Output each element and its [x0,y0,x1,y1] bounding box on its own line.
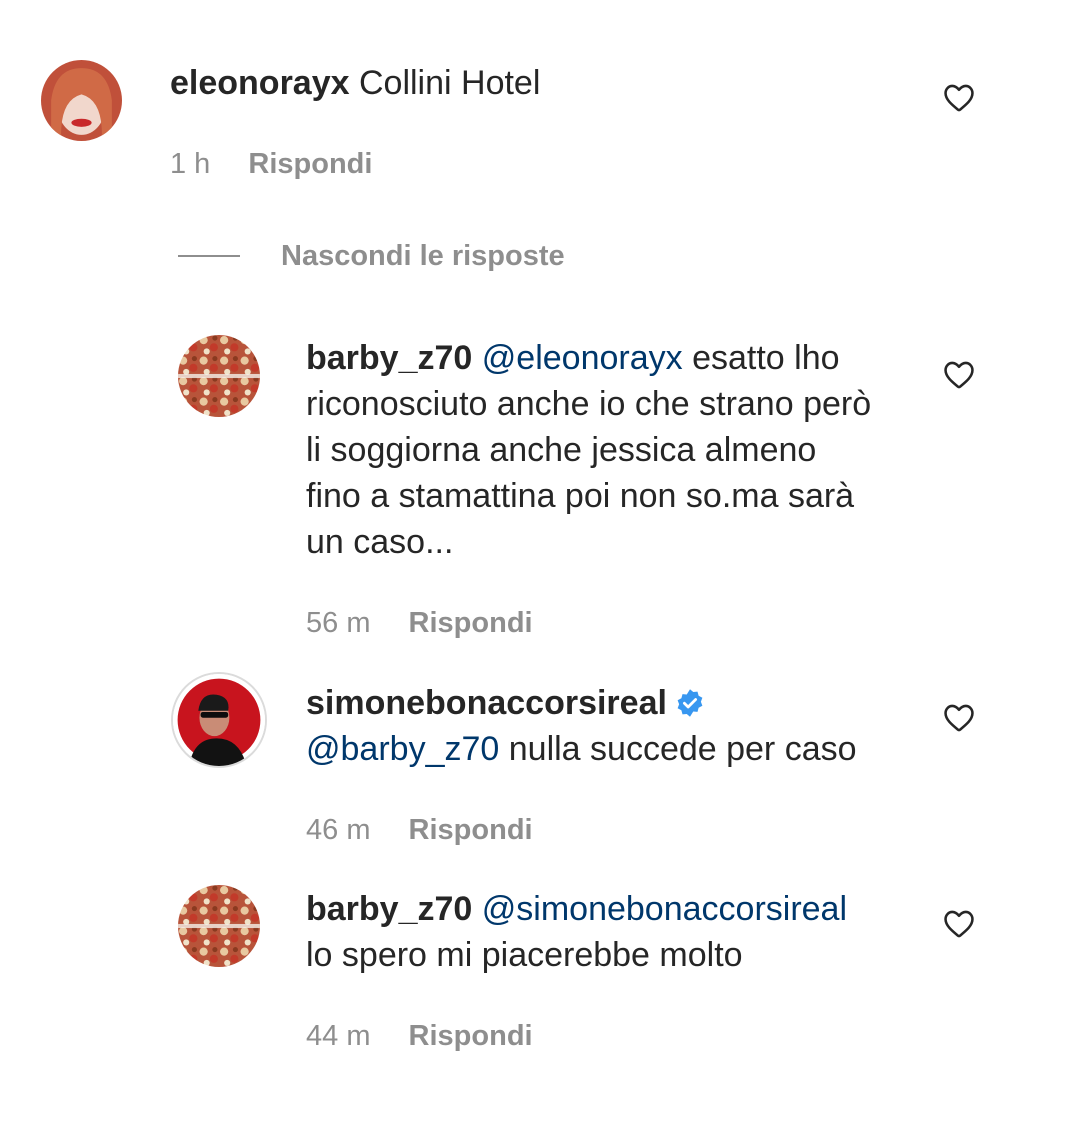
avatar-barby_z70[interactable] [178,335,260,417]
like-heart-icon[interactable] [942,907,976,941]
comment-username[interactable]: eleonorayx [170,64,350,102]
reply-button[interactable]: Rispondi [409,1020,533,1052]
reply-body-line: un caso... [306,523,454,561]
comment-body: Collini Hotel [358,64,541,102]
avatar-barby_z70[interactable] [178,885,260,967]
hide-replies-toggle[interactable]: Nascondi le risposte [178,236,565,276]
reply-time: 46 m [306,814,371,846]
like-heart-icon[interactable] [942,358,976,392]
mention-link[interactable]: @eleonorayx [482,339,683,377]
avatar-floral-pattern [178,885,260,967]
reply-username[interactable]: simonebonaccorsireal [306,684,667,722]
comment-meta: 1 h Rispondi [170,148,372,181]
reply-time: 44 m [306,1020,371,1052]
reply-body: nulla succede per caso [508,730,857,768]
reply-username[interactable]: barby_z70 [306,339,472,377]
avatar-red-hair-photo [41,60,122,141]
reply-meta: 44 m Rispondi [306,1020,533,1053]
reply-body-line: fino a stamattina poi non so.ma sarà [306,477,855,515]
reply-body: lo spero mi piacerebbe molto [306,936,743,974]
reply-text: barby_z70 @simonebonaccorsireal lo spero… [306,886,916,978]
reply-text: simonebonaccorsireal @barby_z70 nulla su… [306,680,916,772]
like-heart-icon[interactable] [942,81,976,115]
comment-text: eleonorayx Collini Hotel [170,60,910,106]
reply-button[interactable]: Rispondi [248,148,372,180]
avatar-man-sunglasses-red [173,674,265,766]
reply-body-line: esatto lho [692,339,840,377]
reply-button[interactable]: Rispondi [409,814,533,846]
mention-link[interactable]: @simonebonaccorsireal [482,890,847,928]
reply-text: barby_z70 @eleonorayx esatto lho riconos… [306,335,916,565]
reply-time: 56 m [306,607,371,639]
divider-line [178,255,240,257]
like-heart-icon[interactable] [942,701,976,735]
comment-time: 1 h [170,148,211,180]
avatar-simonebonaccorsireal[interactable] [171,672,267,768]
reply-button[interactable]: Rispondi [409,607,533,639]
reply-username[interactable]: barby_z70 [306,890,472,928]
reply-body-line: riconosciuto anche io che strano però [306,385,872,423]
reply-body-line: li soggiorna anche jessica almeno [306,431,817,469]
verified-badge-icon [675,688,705,718]
avatar-floral-pattern [178,335,260,417]
hide-replies-label[interactable]: Nascondi le risposte [281,240,565,273]
reply-meta: 56 m Rispondi [306,607,533,640]
reply-meta: 46 m Rispondi [306,814,533,847]
avatar-eleonorayx[interactable] [41,60,122,141]
mention-link[interactable]: @barby_z70 [306,730,499,768]
